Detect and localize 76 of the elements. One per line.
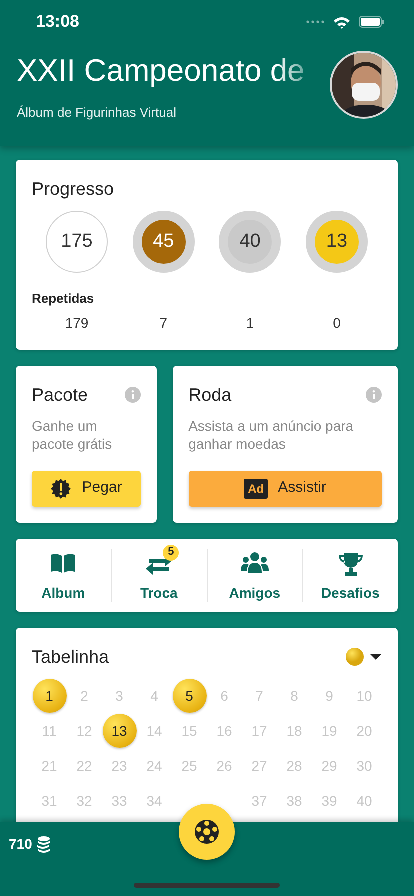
- sticker-number[interactable]: 21: [42, 756, 58, 776]
- sticker-number[interactable]: 40: [356, 790, 372, 812]
- battery-icon: [359, 16, 384, 28]
- sticker-number[interactable]: 32: [76, 790, 92, 812]
- sticker-number[interactable]: 9: [326, 686, 334, 706]
- ring-count: 175: [61, 230, 93, 254]
- card-title: Roda: [188, 384, 232, 406]
- sticker-number[interactable]: 28: [286, 756, 302, 776]
- coin-icon: [346, 648, 364, 666]
- coins-icon: [35, 836, 52, 854]
- card-title: Progresso: [32, 178, 116, 201]
- sticker-number[interactable]: 4: [150, 686, 158, 706]
- card-title: Tabelinha: [32, 646, 110, 668]
- sticker-number[interactable]: 11: [42, 720, 57, 742]
- filter-dropdown[interactable]: [346, 648, 382, 666]
- coin-balance: 710: [9, 835, 32, 854]
- sticker-number[interactable]: 13: [102, 714, 136, 748]
- section-label: Repetidas: [32, 290, 96, 308]
- sticker-number[interactable]: 18: [286, 720, 302, 742]
- caret-icon: [370, 654, 382, 660]
- sticker-number[interactable]: 2: [80, 686, 88, 706]
- alert-badge-icon: [50, 478, 72, 500]
- soccer-ball-icon: [194, 819, 220, 845]
- shortcut-button[interactable]: Album: [16, 538, 111, 612]
- sticker-number[interactable]: 3: [116, 686, 124, 706]
- sticker-number[interactable]: 8: [290, 686, 298, 706]
- action-button[interactable]: Ad Assistir: [188, 470, 382, 506]
- sticker-number[interactable]: 6: [220, 686, 228, 706]
- ad-icon: Ad: [244, 478, 268, 498]
- notification-badge: 5: [163, 544, 180, 560]
- app-subtitle: Álbum de Figurinhas Virtual: [17, 104, 178, 122]
- sticker-number[interactable]: 12: [76, 720, 92, 742]
- sticker-number[interactable]: 17: [252, 720, 268, 742]
- sticker-number[interactable]: 1: [32, 679, 66, 713]
- wifi-icon: [333, 16, 351, 28]
- shortcut-button[interactable]: Troca 5: [112, 538, 206, 612]
- sticker-number[interactable]: 19: [322, 720, 338, 742]
- sticker-number[interactable]: 10: [356, 686, 372, 706]
- sticker-number[interactable]: 20: [356, 720, 372, 742]
- card-description: Assista a um anúncio para ganhar moedas: [188, 416, 355, 454]
- sticker-number[interactable]: 23: [112, 756, 128, 776]
- signal-icon: [306, 19, 325, 25]
- sticker-number[interactable]: 29: [322, 756, 338, 776]
- sticker-number[interactable]: 27: [252, 756, 268, 776]
- sticker-number[interactable]: 14: [146, 720, 162, 742]
- repeat-count: 1: [245, 314, 256, 332]
- card-description: Ganhe um pacote grátis: [32, 416, 114, 454]
- sticker-number[interactable]: 39: [322, 790, 338, 812]
- app-title: XXII Campeonato de: [17, 52, 306, 90]
- shortcut-button[interactable]: Amigos: [208, 538, 302, 612]
- sticker-number[interactable]: 26: [216, 756, 232, 776]
- sticker-number[interactable]: 38: [286, 790, 302, 812]
- repeat-count: 7: [158, 314, 169, 332]
- sticker-number[interactable]: 16: [216, 720, 232, 742]
- ring-count: 13: [326, 230, 348, 254]
- sticker-number[interactable]: 22: [76, 756, 92, 776]
- sticker-number[interactable]: 7: [256, 686, 264, 706]
- repeat-count: 0: [332, 314, 342, 332]
- ring-count: 45: [153, 230, 174, 254]
- repeat-count: 179: [64, 314, 90, 332]
- sticker-number[interactable]: 25: [182, 756, 198, 776]
- action-button[interactable]: Pegar: [32, 470, 141, 506]
- shortcut-button[interactable]: Desafios: [303, 538, 398, 612]
- trophy-icon: [336, 550, 365, 576]
- sticker-number[interactable]: 30: [356, 756, 372, 776]
- play-button[interactable]: [179, 804, 235, 860]
- clock: 13:08: [36, 11, 80, 34]
- ring-count: 40: [240, 230, 261, 254]
- sticker-number[interactable]: 15: [182, 720, 198, 742]
- sticker-number[interactable]: 24: [146, 756, 162, 776]
- sticker-number[interactable]: 34: [146, 790, 162, 812]
- sticker-number[interactable]: 31: [42, 790, 58, 812]
- sticker-number[interactable]: 33: [112, 790, 128, 812]
- sticker-number[interactable]: 37: [252, 790, 268, 812]
- sticker-number[interactable]: 5: [172, 679, 206, 713]
- card-title: Pacote: [32, 384, 88, 406]
